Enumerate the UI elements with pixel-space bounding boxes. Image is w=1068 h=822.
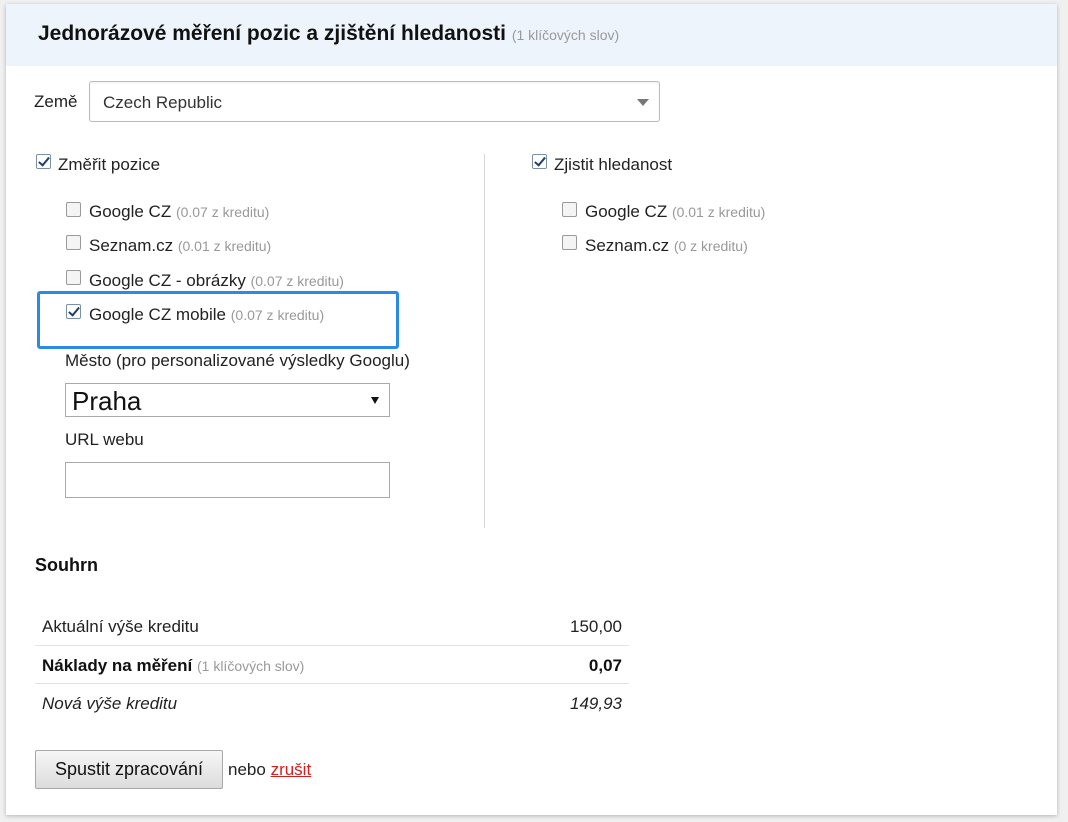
- volume-option-google-cz: Google CZ (0.01 z kreditu): [585, 202, 766, 221]
- summary-title: Souhrn: [35, 555, 98, 575]
- volume-checkbox-google-cz[interactable]: [562, 202, 577, 217]
- or-text: nebo: [228, 760, 266, 779]
- measurement-panel: Jednorázové měření pozic a zjištění hled…: [6, 4, 1057, 815]
- measure-positions-label: Změřit pozice: [58, 155, 161, 174]
- engine-checkbox-google-cz[interactable]: [66, 202, 81, 217]
- page-title: Jednorázové měření pozic a zjištění hled…: [38, 22, 619, 46]
- actions-or-cancel: nebo zrušit: [228, 760, 311, 780]
- city-select-value: Praha: [72, 386, 142, 416]
- city-select[interactable]: Praha: [65, 383, 390, 417]
- country-label: Země: [34, 92, 78, 111]
- city-label: Město (pro personalizované výsledky Goog…: [65, 351, 410, 370]
- volume-checkbox-seznam[interactable]: [562, 235, 577, 250]
- url-label: URL webu: [65, 430, 144, 449]
- engine-checkbox-google-images[interactable]: [66, 270, 81, 285]
- country-select[interactable]: Czech Republic: [89, 81, 660, 122]
- engine-option-google-mobile: Google CZ mobile (0.07 z kreditu): [89, 305, 325, 324]
- country-select-value: Czech Republic: [103, 93, 223, 112]
- page-title-text: Jednorázové měření pozic a zjištění hled…: [38, 22, 506, 45]
- keyword-count: (1 klíčových slov): [511, 27, 620, 43]
- search-volume-label: Zjistit hledanost: [554, 155, 673, 174]
- run-processing-button[interactable]: Spustit zpracování: [35, 750, 223, 789]
- engine-option-seznam: Seznam.cz (0.01 z kreditu): [89, 236, 272, 255]
- caret-down-icon: [371, 397, 379, 404]
- search-volume-checkbox[interactable]: [532, 154, 547, 169]
- cancel-link[interactable]: zrušit: [271, 760, 312, 779]
- panel-header: Jednorázové měření pozic a zjištění hled…: [6, 4, 1057, 66]
- volume-option-seznam: Seznam.cz (0 z kreditu): [585, 236, 748, 255]
- engine-option-google-cz: Google CZ (0.07 z kreditu): [89, 202, 270, 221]
- chevron-down-icon: [637, 99, 649, 106]
- column-divider: [484, 154, 485, 528]
- summary-row-cost: Náklady na měření (1 klíčových slov) 0,0…: [35, 645, 629, 683]
- summary-row-new-credit: Nová výše kreditu 149,93: [35, 683, 629, 721]
- engine-option-google-images: Google CZ - obrázky (0.07 z kreditu): [89, 271, 344, 290]
- engine-checkbox-google-mobile[interactable]: [66, 304, 81, 319]
- url-input[interactable]: [65, 462, 390, 498]
- engine-checkbox-seznam[interactable]: [66, 235, 81, 250]
- summary-row-current-credit: Aktuální výše kreditu 150,00: [42, 617, 622, 636]
- measure-positions-checkbox[interactable]: [36, 154, 51, 169]
